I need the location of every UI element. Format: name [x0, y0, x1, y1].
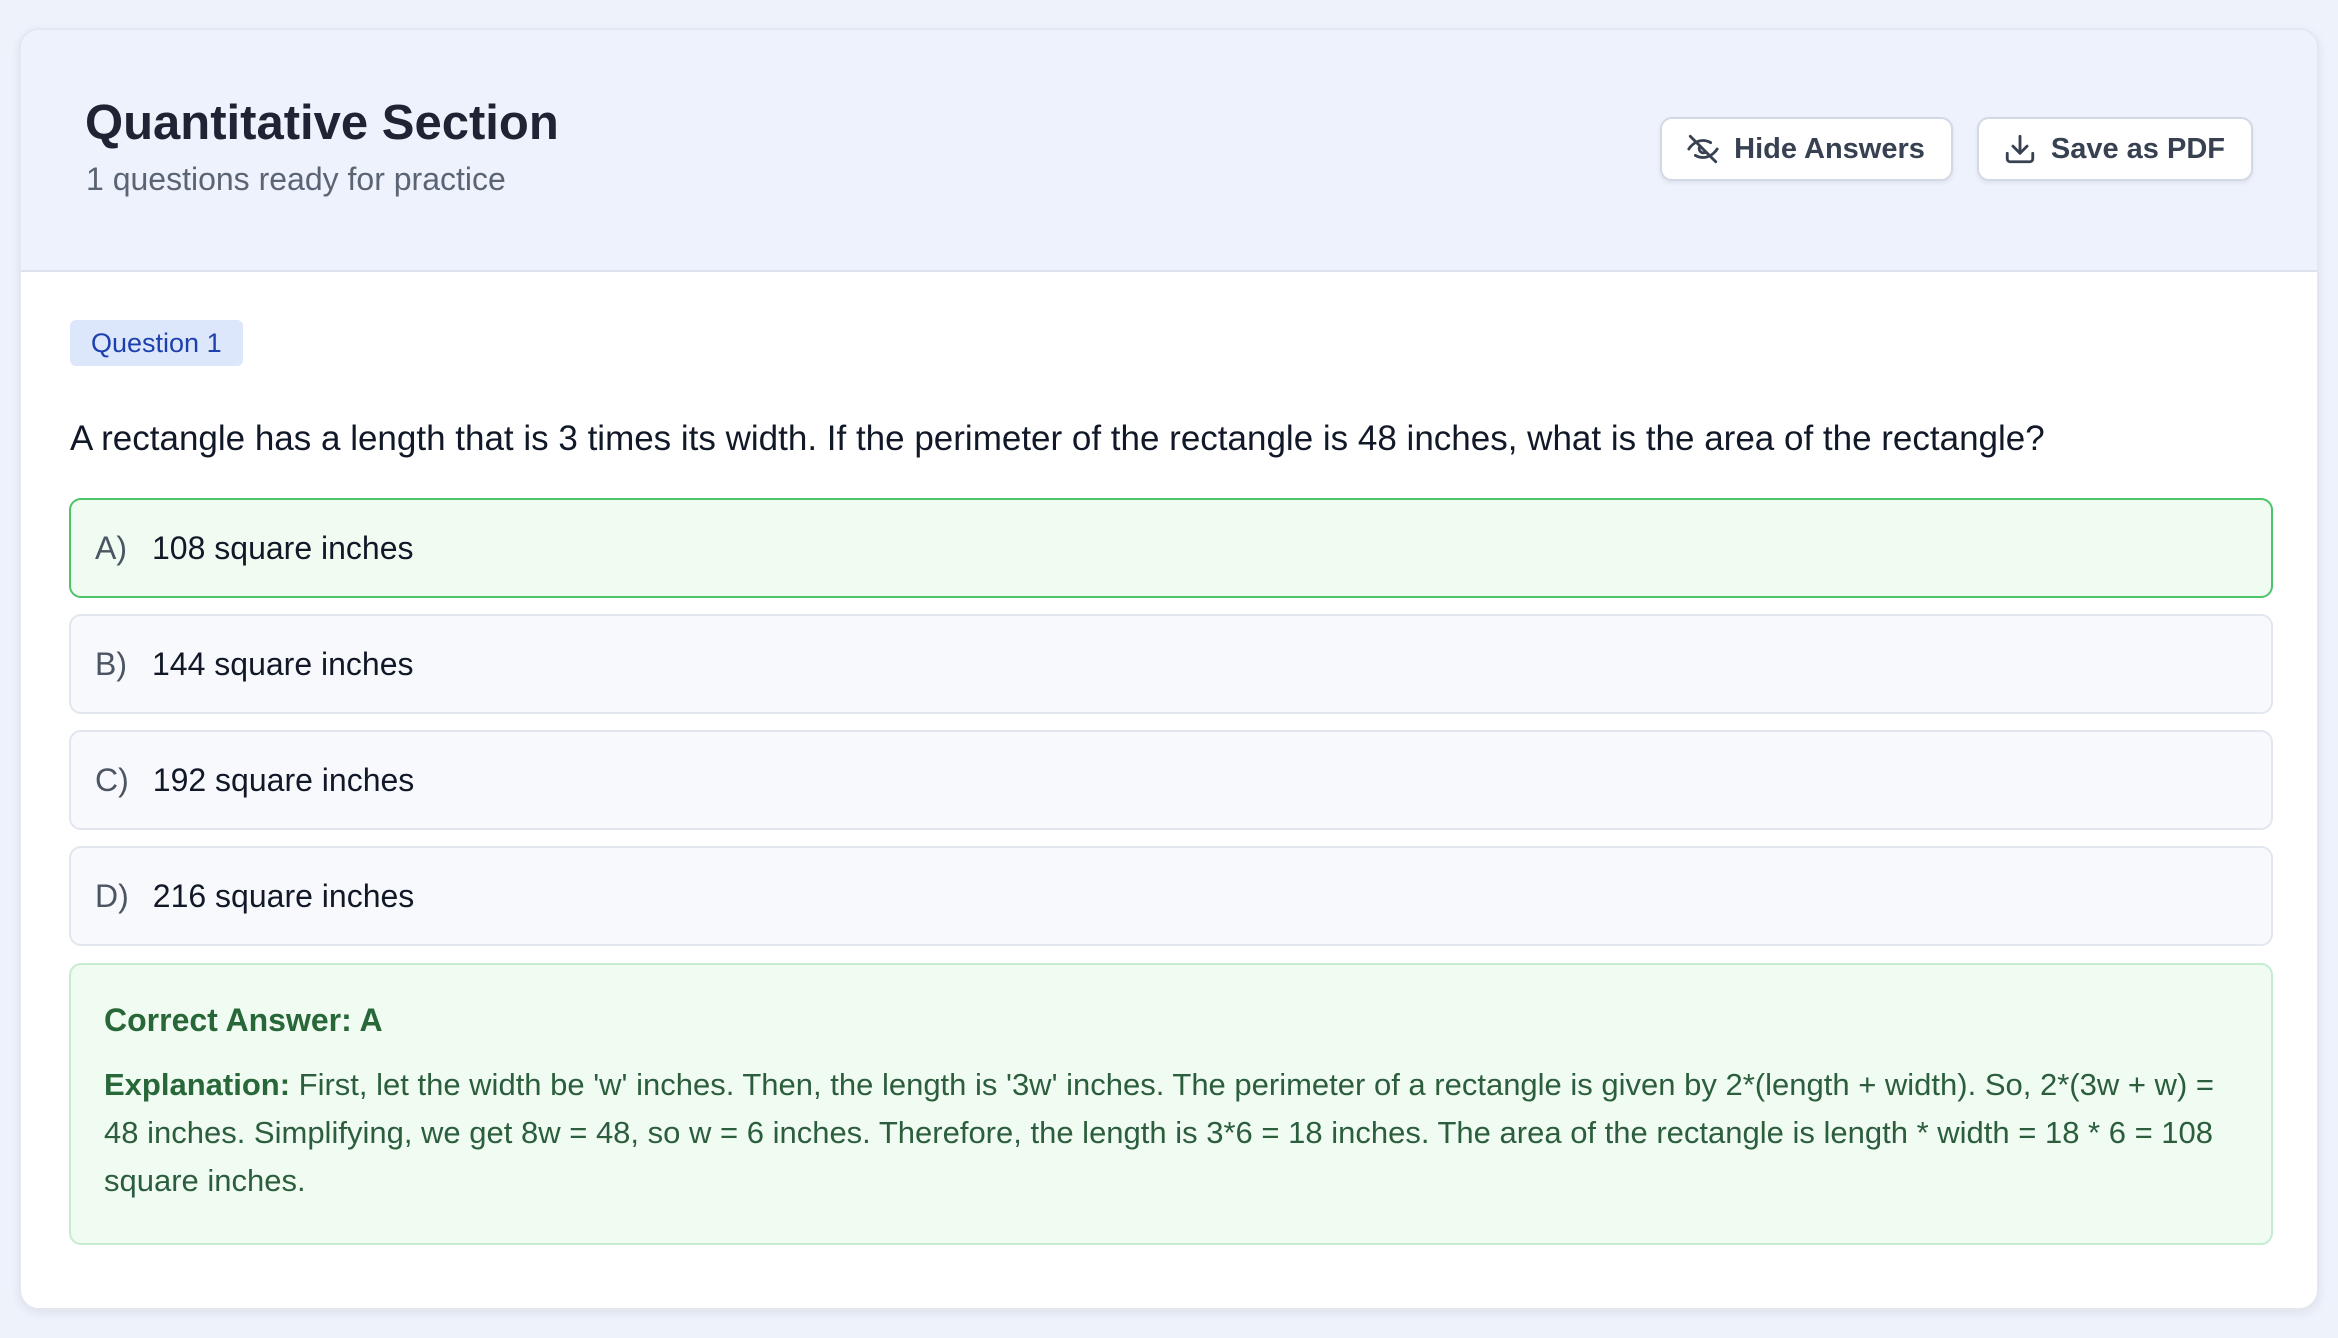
header-actions: Hide Answers Save as PDF — [1660, 117, 2253, 181]
option-b[interactable]: B) 144 square inches — [69, 614, 2273, 714]
question-number-badge: Question 1 — [70, 320, 243, 366]
question-text: A rectangle has a length that is 3 times… — [70, 419, 2045, 458]
page-title: Quantitative Section — [85, 96, 559, 150]
page-subtitle: 1 questions ready for practice — [86, 161, 506, 197]
option-c[interactable]: C) 192 square inches — [69, 730, 2273, 830]
question-content: Question 1 A rectangle has a length that… — [69, 320, 2273, 1246]
eye-off-icon — [1686, 132, 1720, 166]
option-letter: D) — [95, 877, 129, 914]
explanation: Explanation: First, let the width be 'w'… — [104, 1061, 2239, 1205]
option-text: 216 square inches — [152, 877, 415, 914]
answer-options: A) 108 square inches B) 144 square inche… — [69, 498, 2273, 946]
section-header: Quantitative Section 1 questions ready f… — [21, 30, 2317, 272]
explanation-label: Explanation: — [104, 1067, 291, 1103]
explanation-text: First, let the width be 'w' inches. Then… — [104, 1067, 2214, 1199]
save-pdf-label: Save as PDF — [2050, 132, 2225, 165]
option-text: 192 square inches — [152, 761, 415, 798]
option-letter: B) — [95, 645, 127, 682]
option-d[interactable]: D) 216 square inches — [69, 846, 2273, 946]
hide-answers-button[interactable]: Hide Answers — [1660, 117, 1953, 181]
option-a[interactable]: A) 108 square inches — [69, 498, 2273, 598]
answer-explanation-box: Correct Answer: A Explanation: First, le… — [69, 963, 2273, 1246]
option-text: 144 square inches — [152, 645, 414, 682]
save-pdf-button[interactable]: Save as PDF — [1976, 117, 2253, 181]
option-text: 108 square inches — [152, 529, 414, 566]
option-letter: A) — [95, 529, 127, 566]
question-card: Quantitative Section 1 questions ready f… — [19, 28, 2319, 1310]
hide-answers-label: Hide Answers — [1734, 132, 1925, 165]
option-letter: C) — [95, 761, 129, 798]
download-icon — [2003, 132, 2037, 166]
correct-answer: Correct Answer: A — [104, 1002, 383, 1038]
